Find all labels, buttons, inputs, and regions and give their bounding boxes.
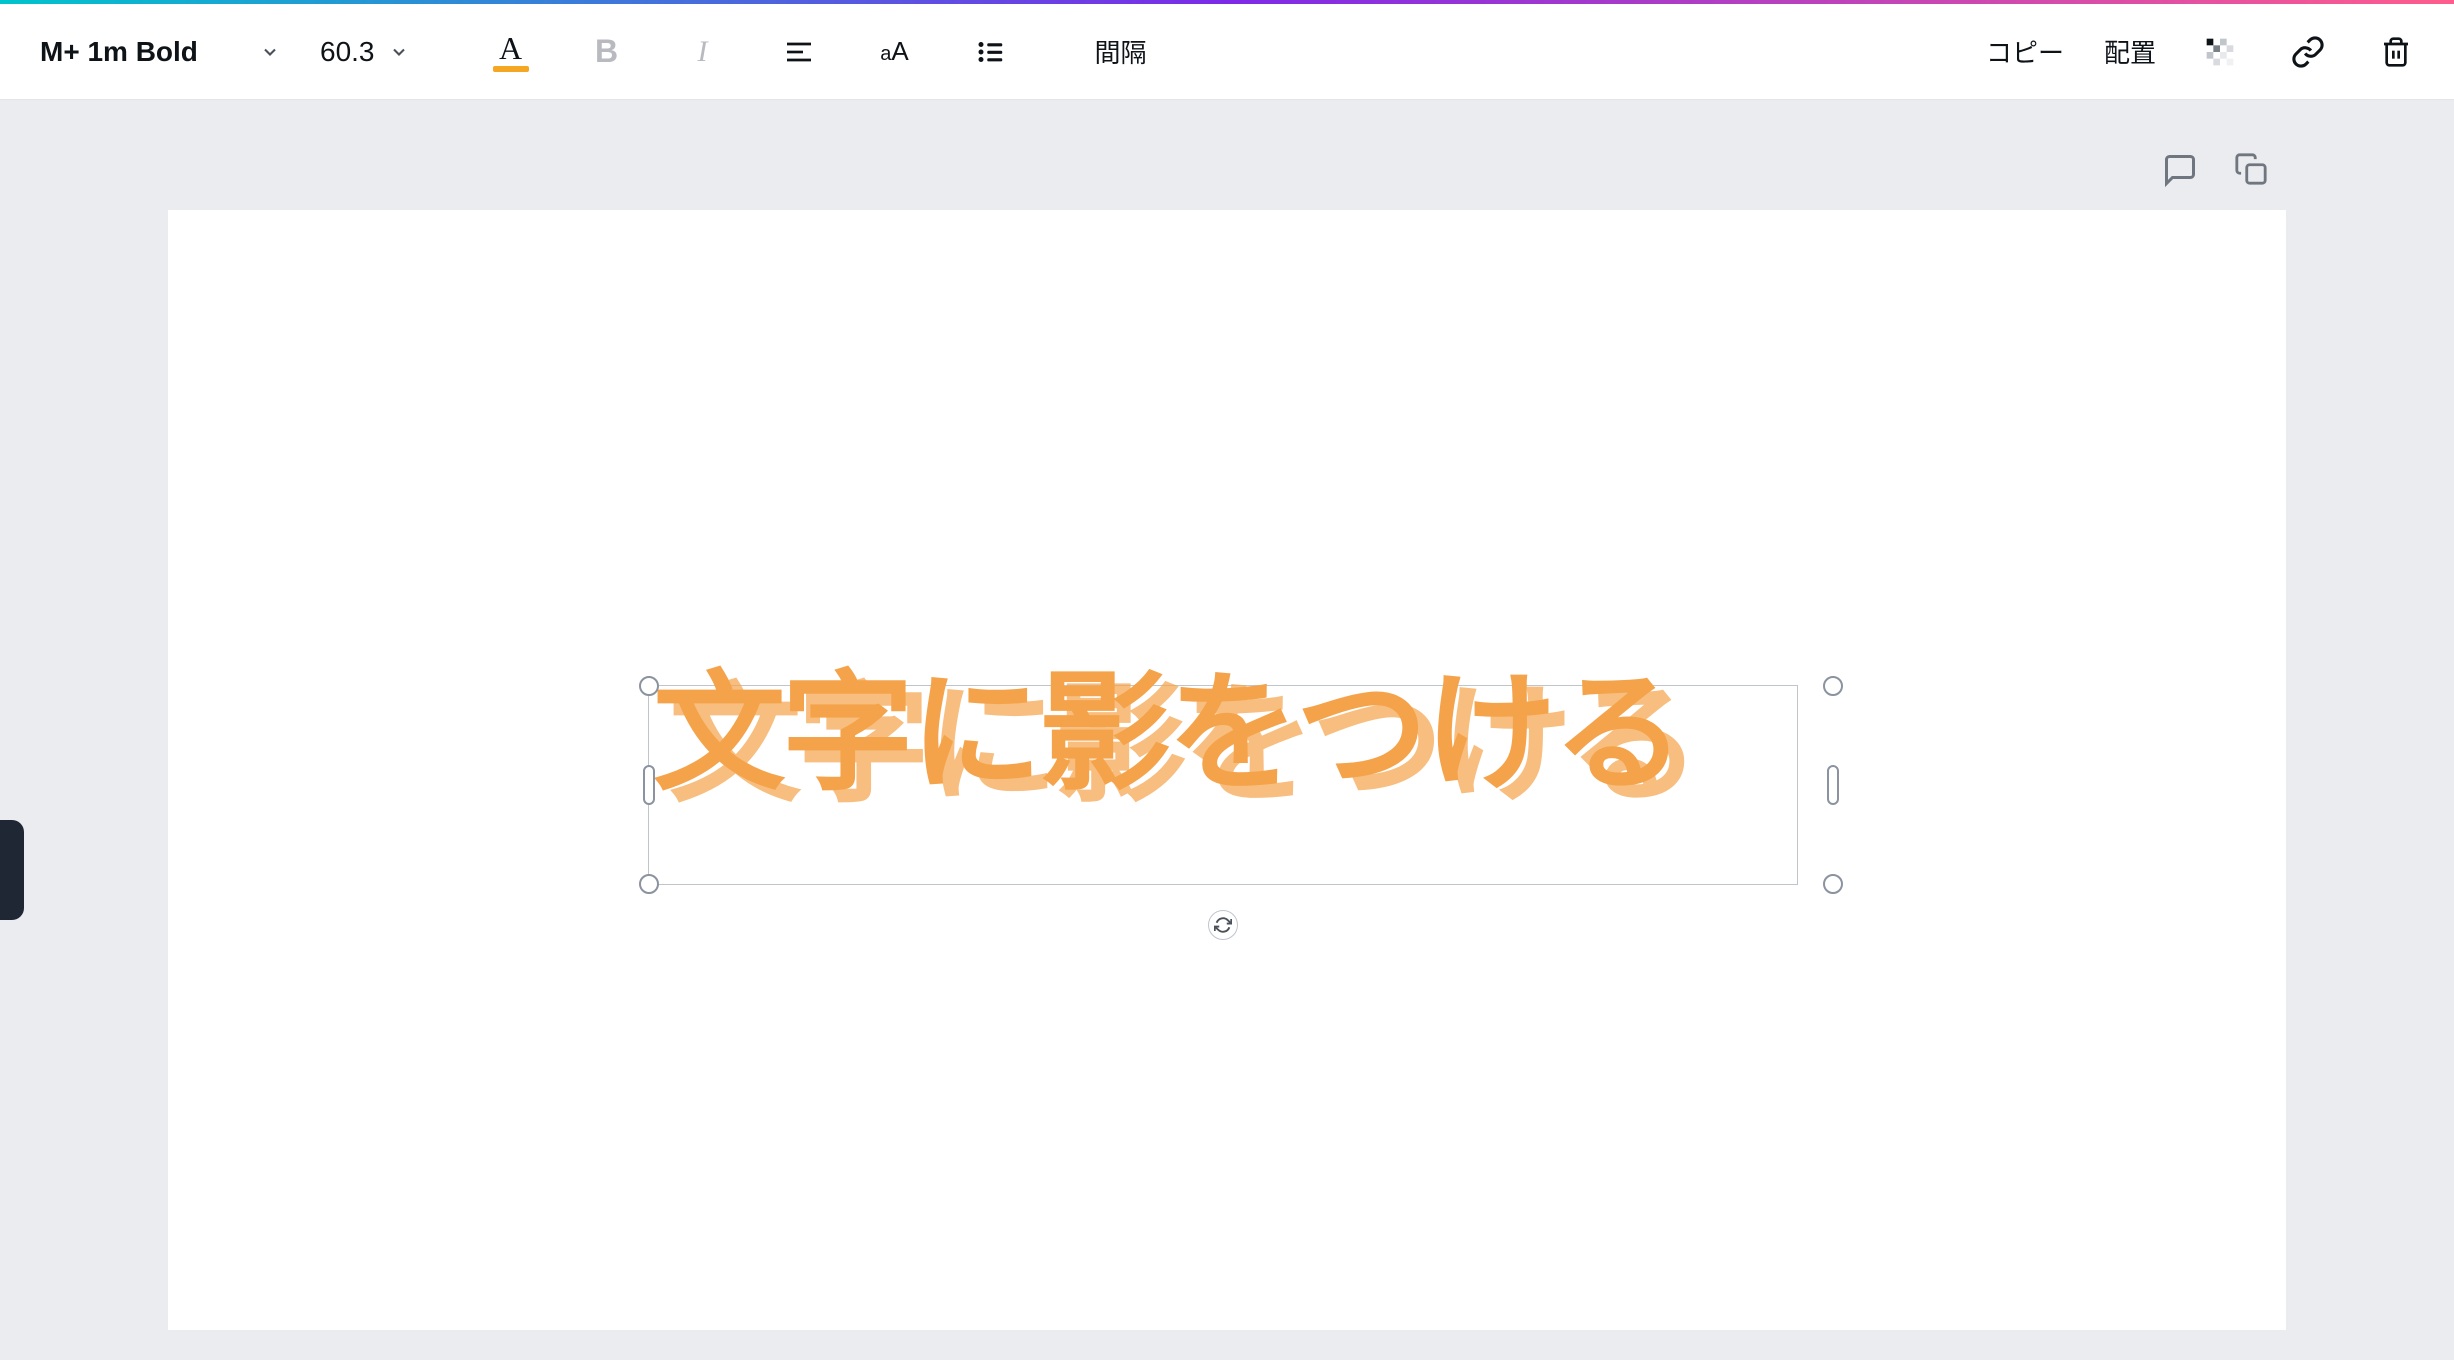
resize-handle-bottom-right[interactable]	[1823, 874, 1843, 894]
duplicate-icon	[2234, 152, 2268, 186]
comment-icon	[2162, 152, 2198, 188]
position-button[interactable]: 配置	[2100, 25, 2160, 78]
text-color-button[interactable]: A	[483, 24, 539, 80]
text-content[interactable]: 文字に影をつける	[653, 668, 1681, 798]
bold-button[interactable]: B	[579, 24, 635, 80]
transparency-icon	[2204, 36, 2236, 68]
italic-button[interactable]: I	[675, 24, 731, 80]
toolbar: M+ 1m Bold 60.3 A B I	[0, 4, 2454, 100]
canvas-controls	[2162, 152, 2274, 192]
canvas-page[interactable]: 文字に影をつける 文字に影をつける	[168, 210, 2286, 1330]
comment-button[interactable]	[2162, 152, 2202, 192]
text-color-icon: A	[499, 32, 522, 64]
text-element[interactable]: 文字に影をつける 文字に影をつける	[648, 685, 1798, 885]
chevron-down-icon	[260, 42, 280, 62]
list-icon	[976, 37, 1006, 67]
resize-handle-right[interactable]	[1827, 765, 1839, 805]
selection-box: 文字に影をつける 文字に影をつける	[648, 685, 1798, 885]
chevron-down-icon	[389, 42, 409, 62]
text-color-swatch	[493, 66, 529, 72]
trash-icon	[2380, 36, 2412, 68]
list-button[interactable]	[963, 24, 1019, 80]
spacing-button[interactable]: 間隔	[1091, 25, 1151, 78]
link-icon	[2291, 35, 2325, 69]
side-panel-tab[interactable]	[0, 820, 24, 920]
bold-icon: B	[595, 33, 618, 70]
rotate-handle[interactable]	[1208, 910, 1238, 940]
toolbar-right: コピー 配置	[1982, 24, 2424, 80]
font-name-label: M+ 1m Bold	[40, 36, 248, 68]
text-case-button[interactable]: aA	[867, 24, 923, 80]
rotate-icon	[1214, 916, 1232, 934]
canvas-area: 文字に影をつける 文字に影をつける	[0, 100, 2454, 1360]
transparency-button[interactable]	[2192, 24, 2248, 80]
resize-handle-top-left[interactable]	[639, 676, 659, 696]
align-left-icon	[783, 36, 815, 68]
copy-button[interactable]: コピー	[1982, 25, 2068, 78]
font-size-selector[interactable]: 60.3	[316, 28, 413, 76]
font-size-value: 60.3	[320, 36, 375, 68]
link-button[interactable]	[2280, 24, 2336, 80]
align-button[interactable]	[771, 24, 827, 80]
case-icon: aA	[880, 36, 908, 67]
duplicate-page-button[interactable]	[2234, 152, 2274, 192]
resize-handle-left[interactable]	[643, 765, 655, 805]
resize-handle-top-right[interactable]	[1823, 676, 1843, 696]
font-selector[interactable]: M+ 1m Bold	[30, 28, 290, 76]
delete-button[interactable]	[2368, 24, 2424, 80]
toolbar-left: M+ 1m Bold 60.3 A B I	[30, 24, 1151, 80]
resize-handle-bottom-left[interactable]	[639, 874, 659, 894]
italic-icon: I	[698, 35, 708, 69]
